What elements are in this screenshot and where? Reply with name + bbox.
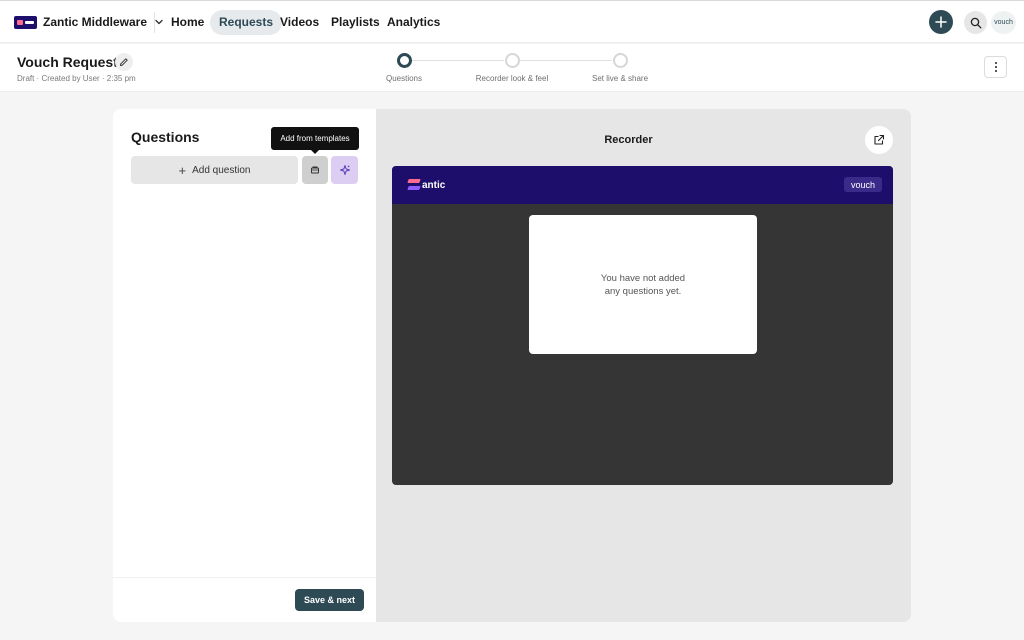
plus-icon: +: [178, 162, 187, 178]
add-from-templates-button[interactable]: [302, 156, 328, 184]
step-indicator: [612, 53, 628, 68]
step-questions[interactable]: Questions: [349, 53, 459, 83]
recorder-preview-panel: Recorder antic vouch You have not added …: [376, 109, 911, 622]
template-icon: [311, 166, 319, 174]
step-indicator: [396, 53, 412, 68]
external-link-icon: [874, 134, 885, 145]
nav-home[interactable]: Home: [162, 10, 213, 35]
ai-generate-button[interactable]: [331, 156, 358, 184]
pencil-icon: [120, 58, 128, 66]
recorder-heading: Recorder: [604, 134, 653, 146]
step-set-live-share[interactable]: Set live & share: [565, 53, 675, 83]
footer-divider: [113, 577, 376, 578]
request-title: Vouch Request: [17, 54, 118, 70]
request-meta: Draft · Created by User · 2:35 pm: [17, 74, 136, 83]
step-label: Questions: [385, 74, 423, 83]
recorder-preview: antic vouch You have not added any quest…: [392, 166, 893, 485]
nav-videos[interactable]: Videos: [271, 10, 328, 35]
brand-logo-mark: [408, 178, 421, 192]
add-question-button[interactable]: + Add question: [131, 156, 298, 184]
step-indicator: [504, 53, 520, 68]
nav-divider: [154, 12, 155, 33]
top-navigation: Zantic Middleware Home Requests Videos P…: [0, 0, 1024, 43]
recorder-header-bar: antic vouch: [392, 166, 893, 204]
questions-heading: Questions: [131, 129, 200, 145]
questions-panel: Questions + Add question Add from templa…: [113, 109, 376, 622]
recorder-logo: antic: [408, 178, 445, 192]
workspace-name: Zantic Middleware: [43, 15, 148, 29]
step-label: Set live & share: [591, 74, 649, 83]
add-question-label: Add question: [192, 164, 251, 176]
recorder-logo-text: antic: [422, 179, 446, 191]
create-button[interactable]: [929, 10, 953, 34]
search-button[interactable]: [964, 11, 987, 34]
empty-state-text: You have not added any questions yet.: [600, 272, 686, 297]
account-avatar[interactable]: vouch: [991, 11, 1016, 34]
workspace-switcher[interactable]: Zantic Middleware: [14, 13, 165, 31]
more-vertical-icon: [994, 62, 997, 72]
step-recorder-look-feel[interactable]: Recorder look & feel: [457, 53, 567, 83]
save-next-button[interactable]: Save & next: [295, 589, 364, 611]
sparkle-icon: [339, 165, 350, 175]
templates-tooltip: Add from templates: [271, 127, 359, 154]
plus-icon: [935, 16, 947, 28]
request-header: Vouch Request Draft · Created by User · …: [0, 44, 1024, 92]
search-icon: [970, 17, 981, 28]
brand-logo: [14, 15, 37, 29]
nav-analytics[interactable]: Analytics: [378, 10, 449, 35]
step-label: Recorder look & feel: [475, 74, 549, 83]
vouch-badge: vouch: [844, 177, 882, 192]
more-options-button[interactable]: [984, 56, 1007, 78]
edit-title-button[interactable]: [115, 53, 133, 71]
empty-state-card: You have not added any questions yet.: [529, 215, 757, 354]
open-preview-button[interactable]: [865, 126, 893, 154]
